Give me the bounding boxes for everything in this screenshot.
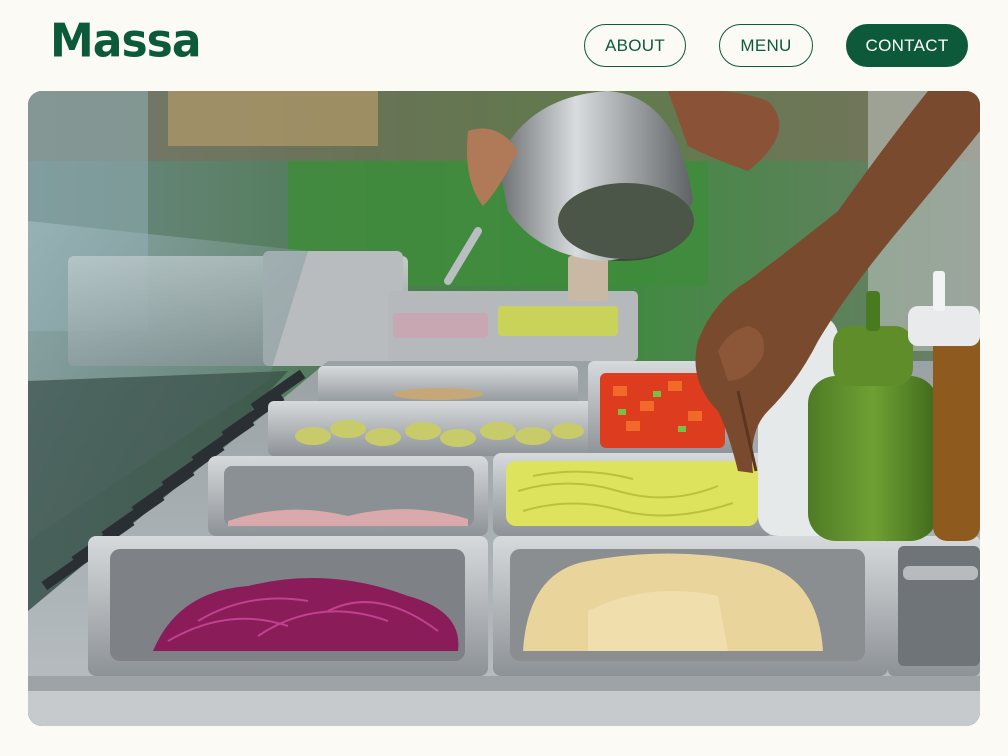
salad-bar-photo [28, 91, 980, 726]
brand-logo[interactable]: Massa [50, 13, 202, 72]
nav-about-button[interactable]: ABOUT [584, 24, 686, 67]
hero-image [28, 91, 980, 726]
site-header: Massa ABOUT MENU CONTACT [0, 0, 1008, 90]
nav-contact-button[interactable]: CONTACT [846, 24, 968, 67]
nav-menu-button[interactable]: MENU [719, 24, 813, 67]
